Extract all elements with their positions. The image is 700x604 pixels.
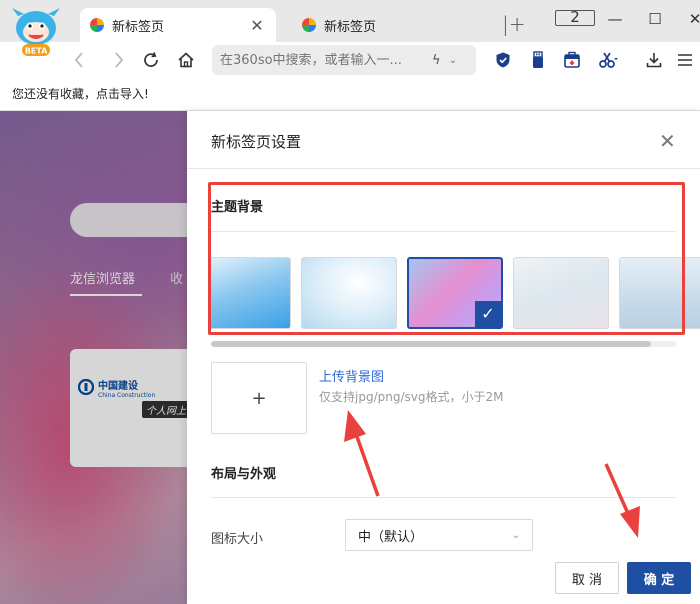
toolbar: ϟ ⌄	[0, 42, 700, 78]
address-input[interactable]	[220, 52, 426, 68]
panel-title: 新标签页设置	[211, 133, 302, 151]
hamburger-menu-icon	[678, 54, 692, 66]
reload-button[interactable]	[139, 48, 163, 72]
close-icon[interactable]: ✕	[659, 129, 676, 153]
panel-divider	[187, 168, 700, 169]
chevron-left-icon	[74, 52, 83, 68]
section-divider	[211, 497, 676, 498]
medical-kit-icon	[564, 51, 580, 68]
home-icon	[178, 52, 194, 68]
address-bar[interactable]: ϟ ⌄	[212, 45, 476, 75]
browser-logo-icon[interactable]: BETA	[8, 6, 64, 58]
tab-close-icon[interactable]: ✕	[248, 16, 266, 35]
theme-thumbnail-list: ✓	[211, 257, 700, 329]
scissors-icon	[599, 52, 618, 68]
section-divider	[211, 231, 676, 232]
browser-favicon-icon	[90, 18, 104, 32]
import-bookmarks-link[interactable]: 您还没有收藏，点击导入!	[12, 87, 149, 101]
tab-bar: 新标签页 ✕ 新标签页 |+ 2 — ☐ ✕	[0, 0, 700, 42]
new-tab-button[interactable]: |+	[502, 12, 526, 36]
theme-thumbnail-blue-wave[interactable]	[211, 257, 291, 329]
shield-button[interactable]	[492, 49, 514, 71]
chevron-right-icon	[115, 52, 124, 68]
tab-new-tab-inactive[interactable]: 新标签页	[292, 8, 492, 42]
usb-drive-icon	[533, 51, 543, 68]
upload-format-hint: 仅支持jpg/png/svg格式，小于2M	[319, 390, 504, 404]
bookmark-bar: 您还没有收藏，点击导入!	[0, 78, 700, 111]
theme-background-heading: 主题背景	[211, 200, 264, 215]
cancel-button[interactable]: 取 消	[555, 562, 619, 594]
tab-title: 新标签页	[112, 19, 165, 35]
icon-size-value: 中（默认）	[358, 529, 424, 545]
forward-button[interactable]	[107, 48, 131, 72]
chevron-down-icon[interactable]: ⌄	[449, 55, 457, 66]
tab-new-tab-active[interactable]: 新标签页 ✕	[80, 8, 276, 42]
menu-button[interactable]	[674, 49, 696, 71]
new-tab-settings-panel: 新标签页设置 ✕ 主题背景 ✓ + 上传背景图 仅支持jpg/png/svg格式…	[187, 111, 700, 604]
icon-size-label: 图标大小	[211, 532, 264, 547]
theme-thumbnail-snow-mountain[interactable]	[619, 257, 700, 329]
chevron-down-icon: ⌄	[511, 529, 520, 541]
theme-thumbnail-pale-silver[interactable]	[513, 257, 609, 329]
upload-background-link[interactable]: 上传背景图	[319, 366, 384, 385]
theme-thumbnail-pink-gradient[interactable]: ✓	[407, 257, 503, 329]
tab-count-button[interactable]: 2	[555, 10, 595, 28]
thumbnail-scrollbar[interactable]	[211, 341, 676, 347]
scrollbar-thumb[interactable]	[211, 341, 651, 347]
home-button[interactable]	[174, 48, 198, 72]
icon-size-select[interactable]: 中（默认） ⌄	[345, 519, 533, 551]
maximize-button[interactable]: ☐	[635, 10, 675, 28]
medical-kit-button[interactable]	[561, 49, 583, 71]
usb-button[interactable]	[527, 49, 549, 71]
tab-title: 新标签页	[324, 19, 377, 35]
reload-icon	[144, 52, 158, 67]
theme-thumbnail-light-burst[interactable]	[301, 257, 397, 329]
minimize-button[interactable]: —	[595, 10, 635, 28]
close-window-button[interactable]: ✕	[675, 10, 700, 28]
lightning-icon[interactable]: ϟ	[432, 53, 441, 68]
layout-appearance-heading: 布局与外观	[211, 467, 277, 482]
back-button[interactable]	[67, 48, 91, 72]
browser-favicon-icon	[302, 18, 316, 32]
download-icon	[646, 53, 662, 68]
tab-count-badge: 2	[555, 10, 595, 26]
scissors-button[interactable]	[598, 49, 620, 71]
upload-background-button[interactable]: +	[211, 362, 307, 434]
download-button[interactable]	[643, 49, 665, 71]
beta-badge: BETA	[25, 47, 48, 56]
selected-check-icon: ✓	[475, 301, 501, 327]
shield-icon	[496, 52, 510, 68]
confirm-button[interactable]: 确 定	[627, 562, 691, 594]
